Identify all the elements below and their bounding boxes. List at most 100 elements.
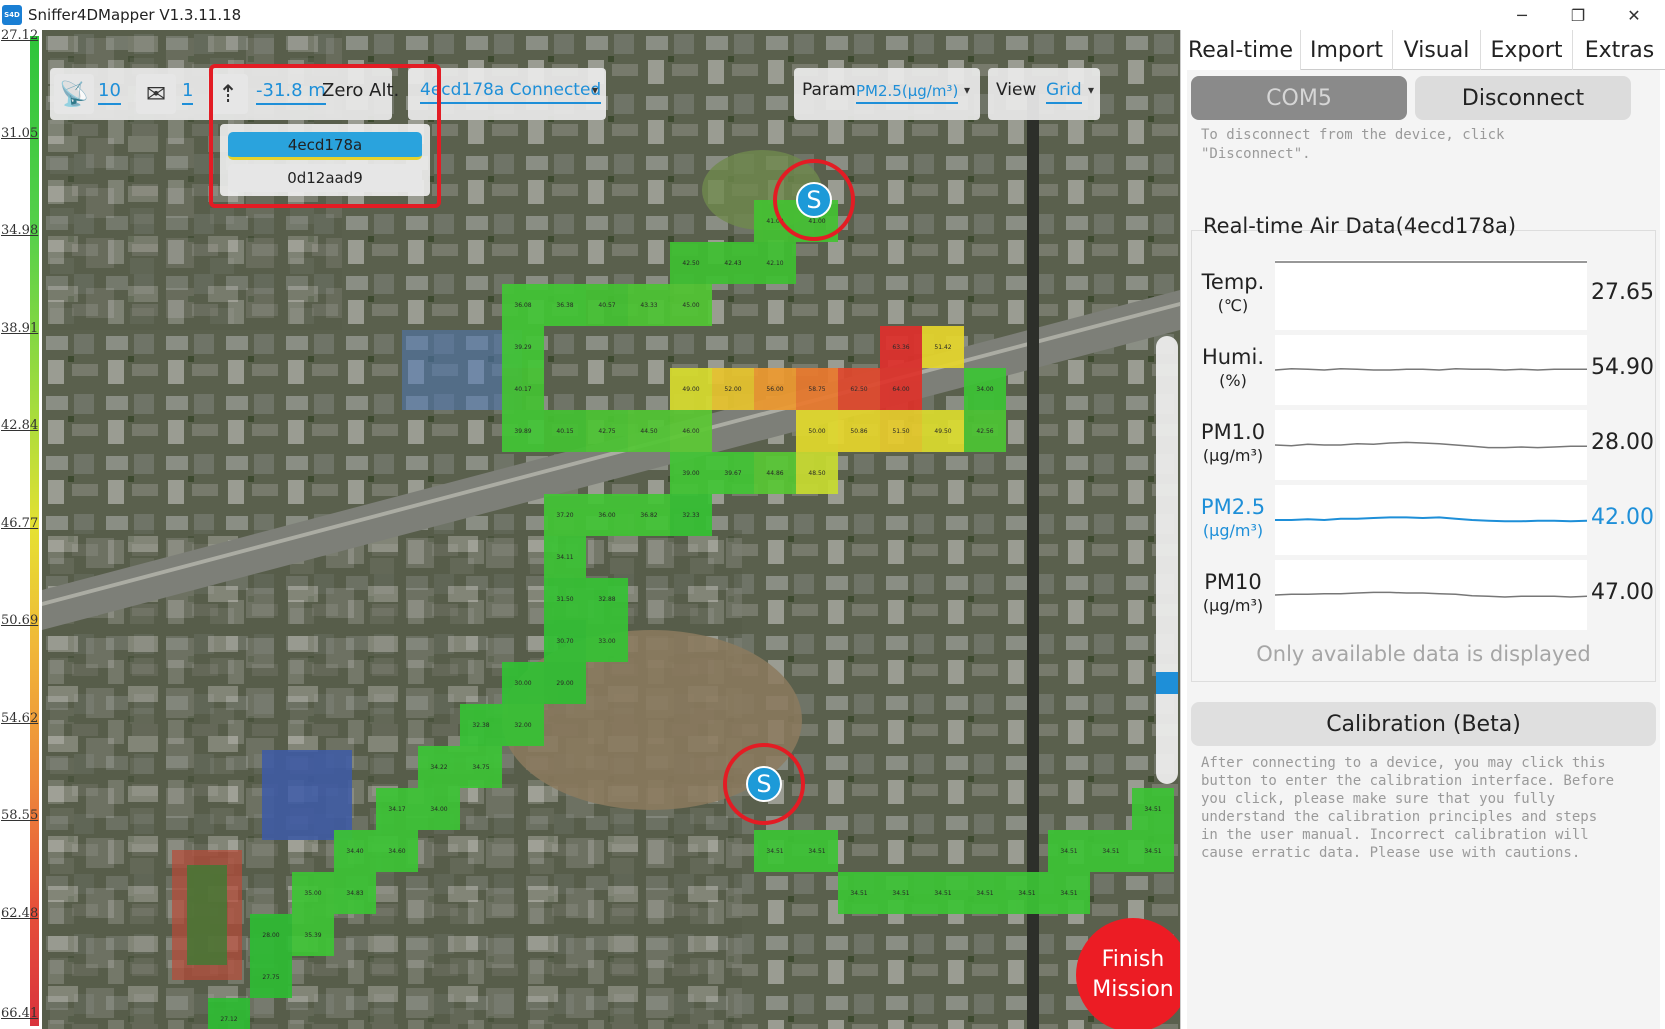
grid-cell[interactable]: 44.86 xyxy=(754,452,796,494)
grid-cell[interactable]: 32.88 xyxy=(586,578,628,620)
grid-cell[interactable]: 30.70 xyxy=(544,620,586,662)
grid-cell[interactable]: 39.29 xyxy=(502,326,544,368)
grid-cell[interactable]: 34.51 xyxy=(964,872,1006,914)
chevron-down-icon[interactable]: ▾ xyxy=(964,83,970,97)
altitude-slider-thumb[interactable] xyxy=(1156,672,1178,694)
grid-cell[interactable]: 40.15 xyxy=(544,410,586,452)
grid-cell[interactable]: 40.57 xyxy=(586,284,628,326)
grid-cell[interactable]: 44.50 xyxy=(628,410,670,452)
grid-cell[interactable]: 51.42 xyxy=(922,326,964,368)
grid-cell[interactable]: 34.83 xyxy=(334,872,376,914)
param-value[interactable]: PM2.5(μg/m³) xyxy=(856,82,959,104)
view-value[interactable]: Grid xyxy=(1046,80,1082,104)
scale-tick-label: 46.77 xyxy=(1,515,39,531)
grid-cell[interactable]: 34.17 xyxy=(376,788,418,830)
finish-mission-line1: Finish xyxy=(1101,947,1165,972)
chevron-down-icon[interactable]: ▾ xyxy=(592,83,598,97)
disconnect-button[interactable]: Disconnect xyxy=(1415,76,1631,120)
grid-cell[interactable]: 49.00 xyxy=(670,368,712,410)
grid-cell[interactable]: 58.75 xyxy=(796,368,838,410)
grid-cell[interactable]: 64.00 xyxy=(880,368,922,410)
grid-cell[interactable]: 63.36 xyxy=(880,326,922,368)
grid-cell[interactable]: 43.33 xyxy=(628,284,670,326)
grid-cell[interactable]: 34.11 xyxy=(544,536,586,578)
altitude-slider[interactable] xyxy=(1156,336,1178,784)
grid-cell[interactable]: 34.51 xyxy=(754,830,796,872)
com-port-button[interactable]: COM5 xyxy=(1191,76,1407,120)
grid-cell[interactable]: 42.56 xyxy=(964,410,1006,452)
finish-mission-button[interactable]: Finish Mission xyxy=(1076,918,1180,1029)
minimize-button[interactable]: ─ xyxy=(1494,0,1550,30)
grid-cell[interactable]: 37.20 xyxy=(544,494,586,536)
grid-cell[interactable]: 52.00 xyxy=(712,368,754,410)
grid-cell[interactable]: 34.51 xyxy=(1048,830,1090,872)
grid-cell[interactable]: 39.00 xyxy=(670,452,712,494)
grid-cell[interactable]: 34.40 xyxy=(334,830,376,872)
grid-cell[interactable]: 28.00 xyxy=(250,914,292,956)
grid-cell[interactable]: 34.60 xyxy=(376,830,418,872)
grid-cell[interactable]: 27.12 xyxy=(208,998,250,1029)
grid-cell[interactable]: 35.39 xyxy=(292,914,334,956)
tab-visual[interactable]: Visual xyxy=(1393,30,1481,70)
grid-cell[interactable]: 48.50 xyxy=(796,452,838,494)
grid-cell[interactable]: 36.82 xyxy=(628,494,670,536)
maximize-button[interactable]: ❐ xyxy=(1550,0,1606,30)
grid-cell[interactable]: 42.43 xyxy=(712,242,754,284)
grid-cell[interactable]: 42.50 xyxy=(670,242,712,284)
grid-cell[interactable]: 49.50 xyxy=(922,410,964,452)
grid-cell[interactable]: 34.51 xyxy=(1090,830,1132,872)
grid-cell[interactable]: 62.50 xyxy=(838,368,880,410)
grid-cell[interactable]: 42.10 xyxy=(754,242,796,284)
grid-cell[interactable]: 36.38 xyxy=(544,284,586,326)
grid-cell[interactable]: 56.00 xyxy=(754,368,796,410)
grid-cell[interactable]: 34.00 xyxy=(418,788,460,830)
metric-label: Temp. (℃) xyxy=(1197,270,1269,318)
grid-cell[interactable]: 34.51 xyxy=(1132,830,1174,872)
map-view[interactable]: 41.00 41.00 42.50 42.43 42.10 36.08 36.38 40.57… xyxy=(42,30,1180,1029)
chevron-down-icon[interactable]: ▾ xyxy=(1088,83,1094,97)
grid-cell[interactable]: 46.00 xyxy=(670,410,712,452)
grid-cell[interactable]: 32.33 xyxy=(670,494,712,536)
tab-real-time[interactable]: Real-time xyxy=(1181,30,1301,70)
grid-cell[interactable]: 51.50 xyxy=(880,410,922,452)
tab-export[interactable]: Export xyxy=(1481,30,1573,70)
grid-cell[interactable]: 34.00 xyxy=(964,368,1006,410)
grid-cell[interactable]: 34.51 xyxy=(1132,788,1174,830)
calibration-button[interactable]: Calibration (Beta) xyxy=(1191,702,1656,746)
tab-import[interactable]: Import xyxy=(1301,30,1393,70)
grid-cell[interactable]: 34.51 xyxy=(1048,872,1090,914)
grid-cell[interactable]: 33.00 xyxy=(586,620,628,662)
grid-cell[interactable]: 34.51 xyxy=(1006,872,1048,914)
grid-cell[interactable]: 30.00 xyxy=(502,662,544,704)
sparkline-path xyxy=(1275,441,1587,449)
right-panel: Real-time Import Visual Export Extras CO… xyxy=(1180,30,1665,1029)
grid-cell[interactable]: 34.22 xyxy=(418,746,460,788)
grid-cell[interactable]: 40.17 xyxy=(502,368,544,410)
close-button[interactable]: ✕ xyxy=(1606,0,1662,30)
metric-sparkline xyxy=(1275,560,1587,630)
grid-cell[interactable]: 34.51 xyxy=(838,872,880,914)
grid-cell[interactable]: 36.08 xyxy=(502,284,544,326)
grid-cell[interactable]: 27.75 xyxy=(250,956,292,998)
grid-cell[interactable]: 50.00 xyxy=(796,410,838,452)
grid-cell[interactable]: 34.51 xyxy=(796,830,838,872)
grid-cell[interactable]: 36.00 xyxy=(586,494,628,536)
grid-cell[interactable]: 39.67 xyxy=(712,452,754,494)
grid-cell[interactable]: 29.00 xyxy=(544,662,586,704)
grid-cell[interactable]: 32.00 xyxy=(502,704,544,746)
grid-cell[interactable]: 39.89 xyxy=(502,410,544,452)
real-time-title: Real-time Air Data(4ecd178a) xyxy=(1203,214,1517,238)
grid-cell[interactable]: 45.00 xyxy=(670,284,712,326)
device-status[interactable]: 4ecd178a Connected xyxy=(420,80,602,104)
grid-cell[interactable]: 50.86 xyxy=(838,410,880,452)
grid-cell[interactable]: 34.51 xyxy=(922,872,964,914)
grid-cell[interactable]: 34.75 xyxy=(460,746,502,788)
grid-cell[interactable]: 34.51 xyxy=(880,872,922,914)
grid-cell[interactable]: 31.50 xyxy=(544,578,586,620)
grid-cell[interactable]: 42.75 xyxy=(586,410,628,452)
grid-cell[interactable]: 35.00 xyxy=(292,872,334,914)
metric-name: PM10 xyxy=(1204,570,1262,594)
metric-value: 42.00 xyxy=(1591,505,1654,530)
tab-extras[interactable]: Extras xyxy=(1573,30,1665,70)
grid-cell[interactable]: 32.38 xyxy=(460,704,502,746)
